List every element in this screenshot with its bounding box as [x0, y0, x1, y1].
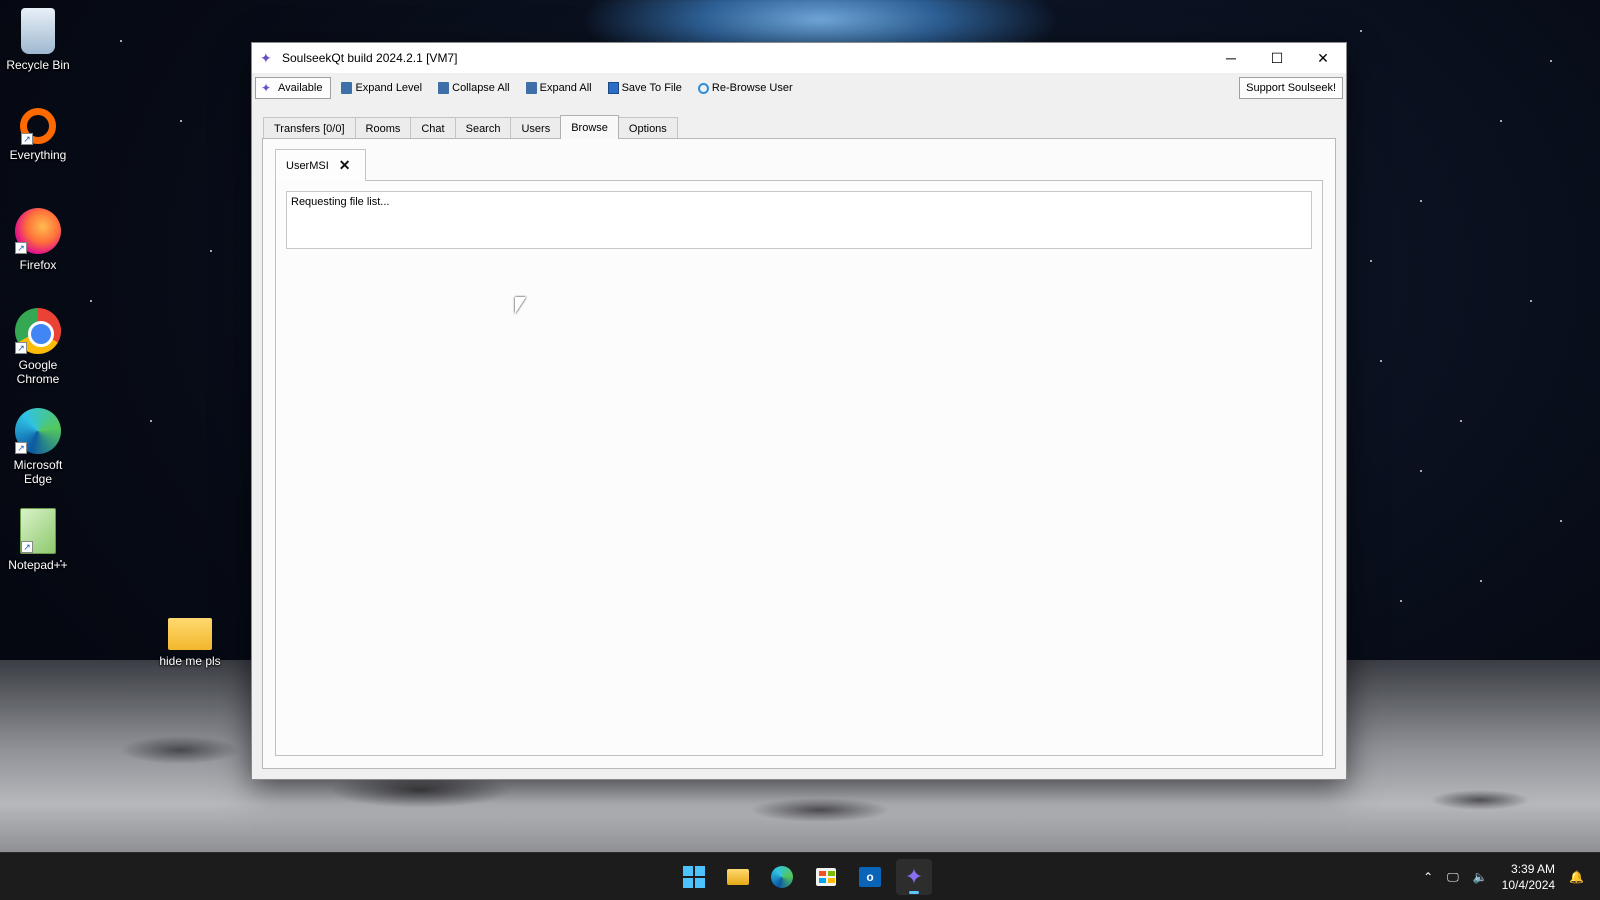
document-icon [525, 82, 537, 94]
chrome-icon: ↗ [15, 308, 61, 354]
soulseek-icon: ✦ [904, 864, 924, 889]
chevron-up-icon[interactable]: ⌃ [1423, 870, 1433, 884]
maximize-button[interactable]: ☐ [1254, 43, 1300, 73]
save-to-file-button[interactable]: Save To File [602, 79, 688, 97]
desktop-icon-label: Google Chrome [16, 358, 60, 386]
expand-level-button[interactable]: Expand Level [335, 79, 428, 97]
desktop-icon-label: Microsoft Edge [13, 458, 63, 486]
network-icon[interactable]: 🖵 [1447, 870, 1459, 885]
everything-icon: ↗ [20, 108, 56, 145]
file-list-box[interactable]: Requesting file list... [286, 191, 1312, 249]
collapse-all-button[interactable]: Collapse All [432, 79, 515, 97]
soulseek-logo-icon: ✦ [260, 50, 272, 66]
user-tab-usermsi[interactable]: UserMSI ✕ [275, 149, 366, 181]
document-icon [438, 82, 450, 94]
desktop-icon-edge[interactable]: ↗ Microsoft Edge [0, 408, 76, 486]
desktop-icon-firefox[interactable]: ↗ Firefox [0, 208, 76, 272]
expand-all-label: Expand All [539, 82, 592, 94]
browse-panel: UserMSI ✕ Requesting file list... [262, 138, 1336, 769]
outlook-icon: o [859, 867, 881, 887]
store-icon [816, 868, 836, 886]
mouse-cursor-icon [515, 297, 526, 314]
edge-icon: ↗ [15, 408, 61, 454]
desktop-icon-label: hide me pls [159, 654, 221, 668]
windows-logo-icon [683, 866, 705, 888]
taskbar-apps: o ✦ [676, 859, 932, 895]
clock-time: 3:39 AM [1511, 862, 1556, 876]
start-button[interactable] [676, 859, 712, 895]
folder-icon [168, 618, 212, 650]
desktop-icon-recycle-bin[interactable]: Recycle Bin [0, 8, 76, 72]
desktop-icon-notepadpp[interactable]: ↗ Notepad++ [0, 508, 76, 572]
tab-options[interactable]: Options [617, 117, 678, 139]
minimize-button[interactable]: ─ [1208, 43, 1254, 73]
rebrowse-user-button[interactable]: Re-Browse User [692, 79, 799, 97]
expand-all-button[interactable]: Expand All [520, 79, 598, 97]
desktop-icon-folder[interactable]: hide me pls [152, 608, 228, 668]
browse-user-tabs: UserMSI ✕ [275, 149, 366, 181]
status-label: Available [278, 82, 323, 94]
notepadpp-icon: ↗ [20, 508, 56, 554]
tab-users[interactable]: Users [510, 117, 562, 139]
tab-search[interactable]: Search [454, 117, 512, 139]
user-browse-panel: Requesting file list... [275, 180, 1323, 756]
desktop-icon-everything[interactable]: ↗ Everything [0, 108, 76, 162]
save-to-file-label: Save To File [621, 82, 682, 94]
desktop-icon-label: Notepad++ [8, 558, 68, 572]
status-button[interactable]: ✦ Available [255, 77, 332, 99]
desktop-icon-label: Recycle Bin [6, 58, 70, 72]
collapse-all-label: Collapse All [452, 82, 510, 94]
clock-date: 10/4/2024 [1501, 878, 1556, 892]
close-button[interactable]: ✕ [1300, 43, 1346, 73]
file-explorer-icon [727, 869, 749, 885]
taskbar-outlook[interactable]: o [852, 859, 888, 895]
clock[interactable]: 3:39 AM 10/4/2024 [1502, 861, 1555, 893]
close-tab-icon[interactable]: ✕ [339, 157, 351, 174]
support-soulseek-button[interactable]: Support Soulseek! [1239, 77, 1343, 99]
refresh-icon [697, 82, 709, 94]
desktop-icon-label: Firefox [19, 258, 57, 272]
soulseek-window: ✦ SoulseekQt build 2024.2.1 [VM7] ─ ☐ ✕ … [251, 42, 1347, 780]
taskbar-file-explorer[interactable] [720, 859, 756, 895]
rebrowse-user-label: Re-Browse User [711, 82, 793, 94]
user-tab-label: UserMSI [286, 159, 329, 172]
volume-icon[interactable]: 🔈 [1473, 870, 1488, 884]
taskbar: o ✦ ⌃ 🖵 🔈 3:39 AM 10/4/2024 🔔 [0, 852, 1600, 900]
soulseek-bird-icon: ✦ [261, 81, 272, 95]
toolbar: ✦ Available Expand Level Collapse All Ex… [252, 73, 1346, 103]
expand-level-label: Expand Level [355, 82, 423, 94]
file-list-status: Requesting file list... [291, 196, 390, 208]
floppy-disk-icon [607, 82, 619, 94]
tab-rooms[interactable]: Rooms [354, 117, 412, 139]
main-content: Transfers [0/0] Rooms Chat Search Users … [262, 115, 1336, 769]
taskbar-soulseek[interactable]: ✦ [896, 859, 932, 895]
desktop-icon-label: Everything [9, 148, 67, 162]
notification-bell-icon[interactable]: 🔔 [1569, 870, 1584, 884]
taskbar-edge[interactable] [764, 859, 800, 895]
document-icon [341, 82, 353, 94]
tab-transfers[interactable]: Transfers [0/0] [263, 117, 356, 139]
window-title: SoulseekQt build 2024.2.1 [VM7] [282, 51, 458, 65]
title-bar[interactable]: ✦ SoulseekQt build 2024.2.1 [VM7] ─ ☐ ✕ [252, 43, 1346, 73]
tab-browse[interactable]: Browse [560, 115, 619, 139]
main-tabs: Transfers [0/0] Rooms Chat Search Users … [262, 115, 1336, 139]
edge-icon [771, 866, 793, 888]
desktop-icon-chrome[interactable]: ↗ Google Chrome [0, 308, 76, 386]
taskbar-store[interactable] [808, 859, 844, 895]
firefox-icon: ↗ [15, 208, 61, 254]
tab-chat[interactable]: Chat [410, 117, 456, 139]
system-tray: ⌃ 🖵 🔈 3:39 AM 10/4/2024 🔔 [1423, 853, 1584, 900]
recycle-bin-icon [21, 8, 55, 54]
